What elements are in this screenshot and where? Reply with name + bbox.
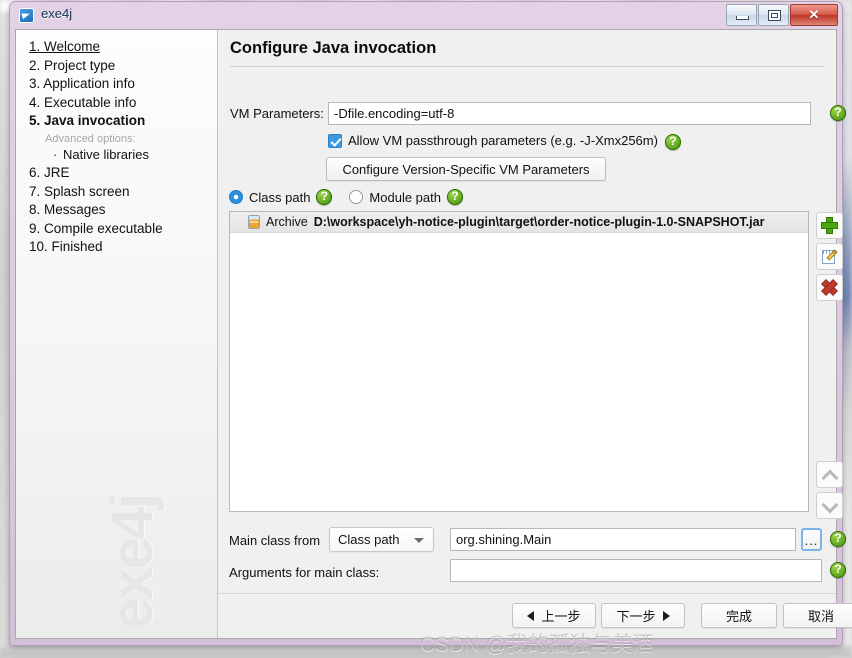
window-title: exe4j [41, 6, 72, 21]
vm-parameters-help-icon[interactable] [830, 105, 846, 121]
cancel-label: 取消 [808, 606, 834, 625]
page-title: Configure Java invocation [230, 39, 436, 58]
chevron-down-icon [823, 499, 836, 512]
sidebar-advanced-options-header: Advanced options: [45, 133, 213, 145]
previous-label: 上一步 [541, 606, 580, 625]
allow-passthrough-help-icon[interactable] [665, 134, 681, 150]
main-class-from-selected-value: Class path [338, 532, 399, 547]
arguments-input[interactable] [450, 559, 822, 582]
minimize-icon [736, 16, 749, 20]
archive-entry-path: D:\workspace\yh-notice-plugin\target\ord… [314, 215, 765, 229]
main-class-from-label: Main class from [229, 533, 320, 548]
edit-entry-button[interactable] [816, 243, 843, 270]
next-label: 下一步 [616, 606, 655, 625]
sidebar-item-native-libraries[interactable]: ·Native libraries [53, 146, 213, 165]
edit-icon [822, 249, 838, 265]
next-button[interactable]: 下一步 [601, 603, 685, 628]
archive-entry-type: Archive [266, 215, 308, 229]
sidebar-item-welcome[interactable]: 1. Welcome [29, 38, 213, 57]
jar-icon [248, 215, 260, 229]
move-up-button[interactable] [816, 461, 843, 488]
chevron-down-icon [414, 538, 424, 543]
allow-passthrough-label: Allow VM passthrough parameters (e.g. -J… [348, 133, 658, 148]
sidebar-item-splash-screen[interactable]: 7. Splash screen [29, 183, 213, 202]
remove-entry-button[interactable] [816, 274, 843, 301]
cancel-button[interactable]: 取消 [783, 603, 852, 628]
allow-passthrough-checkbox-row[interactable]: Allow VM passthrough parameters (e.g. -J… [328, 133, 658, 148]
csdn-watermark: CSDN @我的孤独与美酒 [420, 628, 654, 658]
bullet-icon: · [53, 146, 63, 165]
vm-parameters-label: VM Parameters: [230, 106, 324, 121]
exe4j-wizard-window: exe4j ✕ 1. Welcome 2. Project type 3. Ap… [10, 2, 842, 645]
table-row[interactable]: Archive D:\workspace\yh-notice-plugin\ta… [230, 212, 808, 233]
finish-button[interactable]: 完成 [701, 603, 777, 628]
arguments-label: Arguments for main class: [229, 565, 379, 580]
vm-parameters-input[interactable] [328, 102, 811, 125]
window-client-area: 1. Welcome 2. Project type 3. Applicatio… [15, 29, 837, 639]
sidebar-item-java-invocation[interactable]: 5. Java invocation [29, 112, 213, 131]
sidebar-item-project-type[interactable]: 2. Project type [29, 57, 213, 76]
module-path-help-icon[interactable] [447, 189, 463, 205]
sidebar-item-jre[interactable]: 6. JRE [29, 164, 213, 183]
allow-passthrough-checkbox[interactable] [328, 134, 342, 148]
main-class-from-select[interactable]: Class path [329, 527, 434, 552]
arrow-right-icon [663, 611, 670, 621]
sidebar-item-label: Native libraries [63, 147, 149, 162]
maximize-button[interactable] [758, 4, 789, 26]
class-path-radio[interactable] [229, 190, 243, 204]
sidebar-item-messages[interactable]: 8. Messages [29, 201, 213, 220]
minimize-button[interactable] [726, 4, 757, 26]
delete-icon [822, 280, 837, 295]
previous-button[interactable]: 上一步 [512, 603, 596, 628]
window-controls: ✕ [726, 4, 838, 26]
arguments-help-icon[interactable] [830, 562, 846, 578]
exe4j-watermark: exe4j [99, 495, 166, 630]
close-icon: ✕ [791, 7, 837, 23]
path-mode-radio-group: Class path Module path [229, 189, 463, 205]
chevron-up-icon [823, 468, 836, 481]
close-button[interactable]: ✕ [790, 4, 838, 26]
configure-version-specific-vm-parameters-button[interactable]: Configure Version-Specific VM Parameters [326, 157, 606, 181]
maximize-icon [768, 10, 781, 21]
move-down-button[interactable] [816, 492, 843, 519]
wizard-step-list: 1. Welcome 2. Project type 3. Applicatio… [29, 38, 213, 257]
main-class-help-icon[interactable] [830, 531, 846, 547]
sidebar-item-application-info[interactable]: 3. Application info [29, 75, 213, 94]
sidebar-item-compile-executable[interactable]: 9. Compile executable [29, 220, 213, 239]
class-path-help-icon[interactable] [316, 189, 332, 205]
plus-icon [822, 218, 837, 233]
browse-main-class-button[interactable]: ... [801, 528, 822, 551]
exe4j-app-icon [19, 8, 34, 23]
wizard-step-sidebar: 1. Welcome 2. Project type 3. Applicatio… [16, 30, 218, 638]
title-divider [230, 66, 824, 67]
module-path-radio[interactable] [349, 190, 363, 204]
main-class-input[interactable] [450, 528, 796, 551]
sidebar-item-executable-info[interactable]: 4. Executable info [29, 94, 213, 113]
window-titlebar[interactable]: exe4j ✕ [10, 2, 842, 29]
class-path-label: Class path [249, 190, 310, 205]
classpath-listbox[interactable]: Archive D:\workspace\yh-notice-plugin\ta… [229, 211, 809, 512]
arrow-left-icon [527, 611, 534, 621]
main-panel: Configure Java invocation VM Parameters:… [218, 30, 836, 638]
finish-label: 完成 [726, 606, 752, 625]
module-path-label: Module path [369, 190, 441, 205]
sidebar-item-finished[interactable]: 10. Finished [29, 238, 213, 257]
add-entry-button[interactable] [816, 212, 843, 239]
